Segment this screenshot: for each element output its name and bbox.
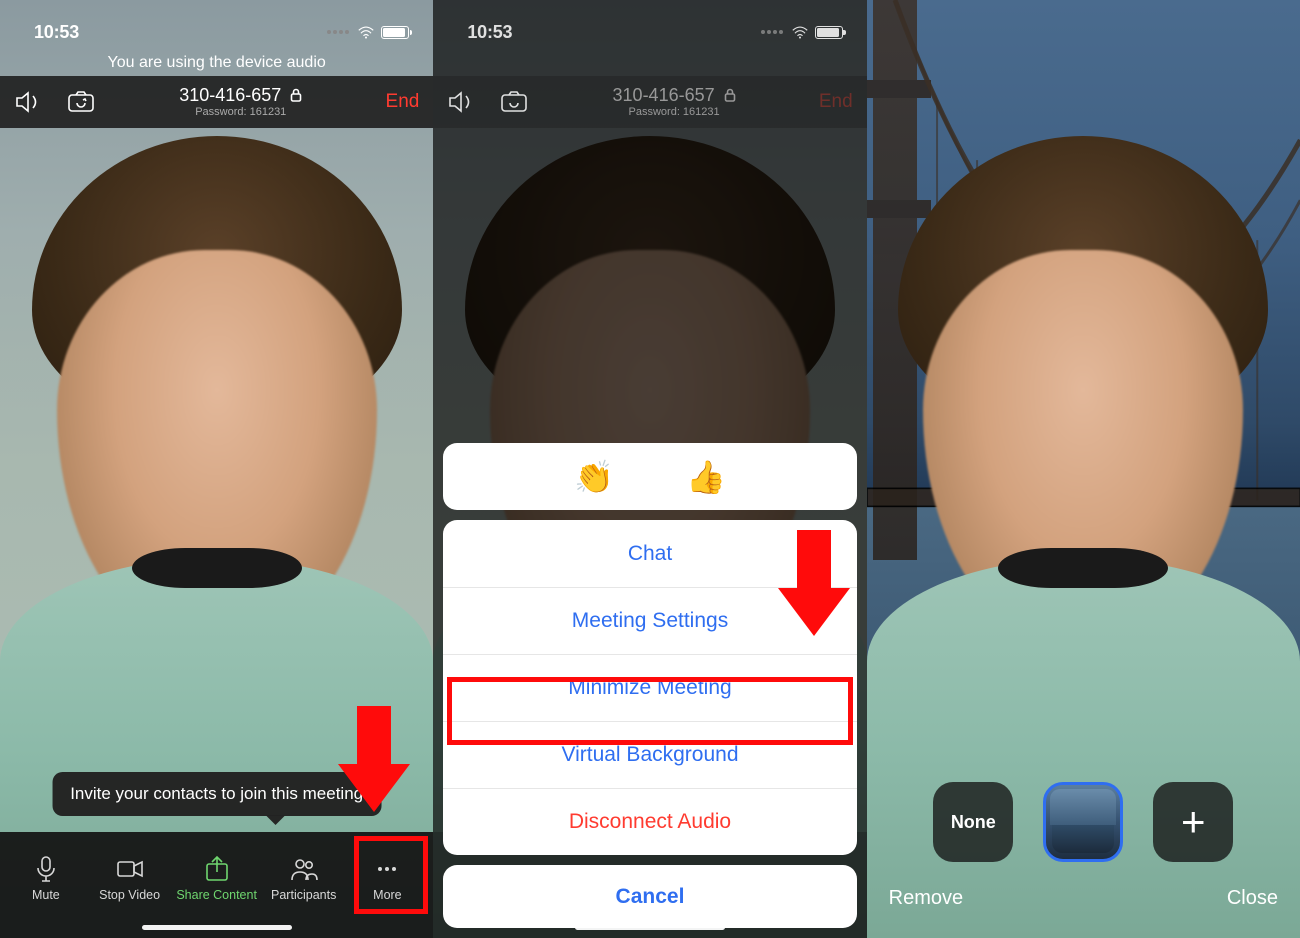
speaker-icon[interactable] [14,90,42,114]
meeting-password: Password: 161231 [179,106,302,118]
battery-icon [381,26,409,39]
meeting-top-bar: 310-416-657 Password: 161231 End [0,76,433,128]
status-indicators [761,26,843,39]
reactions-row: 👏 👍 [443,443,856,510]
vb-bottom-actions: Remove Close [867,881,1300,916]
meeting-id: 310-416-657 [179,86,302,106]
menu-minimize-meeting[interactable]: Minimize Meeting [443,654,856,721]
audio-banner: You are using the device audio [0,50,433,76]
close-button[interactable]: Close [1223,881,1282,916]
status-time: 10:53 [34,22,79,43]
menu-cancel[interactable]: Cancel [443,865,856,928]
more-label: More [373,888,401,902]
invite-tooltip: Invite your contacts to join this meetin… [52,772,381,816]
menu-meeting-settings[interactable]: Meeting Settings [443,587,856,654]
end-button: End [819,91,853,113]
wifi-icon [791,26,809,39]
status-bar: 10:53 [433,0,866,50]
virtual-background-picker: None + [867,782,1300,862]
vb-option-bridge[interactable] [1043,782,1123,862]
share-content-label: Share Content [176,888,257,902]
menu-chat[interactable]: Chat [443,520,856,587]
lock-icon [290,88,302,102]
reaction-thumbs-up[interactable]: 👍 [686,458,726,496]
switch-camera-icon [499,90,529,114]
vb-option-add[interactable]: + [1153,782,1233,862]
lock-icon [724,88,736,102]
remove-button[interactable]: Remove [885,881,967,916]
meeting-password: Password: 161231 [613,106,736,118]
share-content-button[interactable]: Share Content [176,848,257,902]
participants-button[interactable]: Participants [267,848,341,902]
home-indicator[interactable] [142,925,292,930]
reaction-clap[interactable]: 👏 [574,458,614,496]
switch-camera-icon[interactable] [66,90,96,114]
screenshot-panel-2: 10:53 310-416-657 Password: 161231 End M… [433,0,866,938]
meeting-top-bar: 310-416-657 Password: 161231 End [433,76,866,128]
participants-label: Participants [271,888,336,902]
battery-icon [815,26,843,39]
mute-label: Mute [32,888,60,902]
end-button[interactable]: End [386,91,420,113]
screenshot-panel-3: None + Remove Close [867,0,1300,938]
wifi-icon [357,26,375,39]
status-indicators [327,26,409,39]
stop-video-label: Stop Video [99,888,160,902]
stop-video-button[interactable]: Stop Video [93,848,167,902]
more-action-sheet: 👏 👍 Chat Meeting Settings Minimize Meeti… [443,443,856,928]
menu-virtual-background[interactable]: Virtual Background [443,721,856,788]
screenshot-panel-1: 10:53 You are using the device audio 310… [0,0,433,938]
status-time: 10:53 [467,22,512,43]
speaker-icon [447,90,475,114]
meeting-toolbar: Mute Stop Video Share Content Participan… [0,832,433,938]
vb-option-none[interactable]: None [933,782,1013,862]
menu-disconnect-audio[interactable]: Disconnect Audio [443,788,856,855]
more-button[interactable]: More [350,848,424,902]
home-indicator[interactable] [575,925,725,930]
mute-button[interactable]: Mute [9,848,83,902]
meeting-id: 310-416-657 [613,86,736,106]
status-bar: 10:53 [0,0,433,50]
